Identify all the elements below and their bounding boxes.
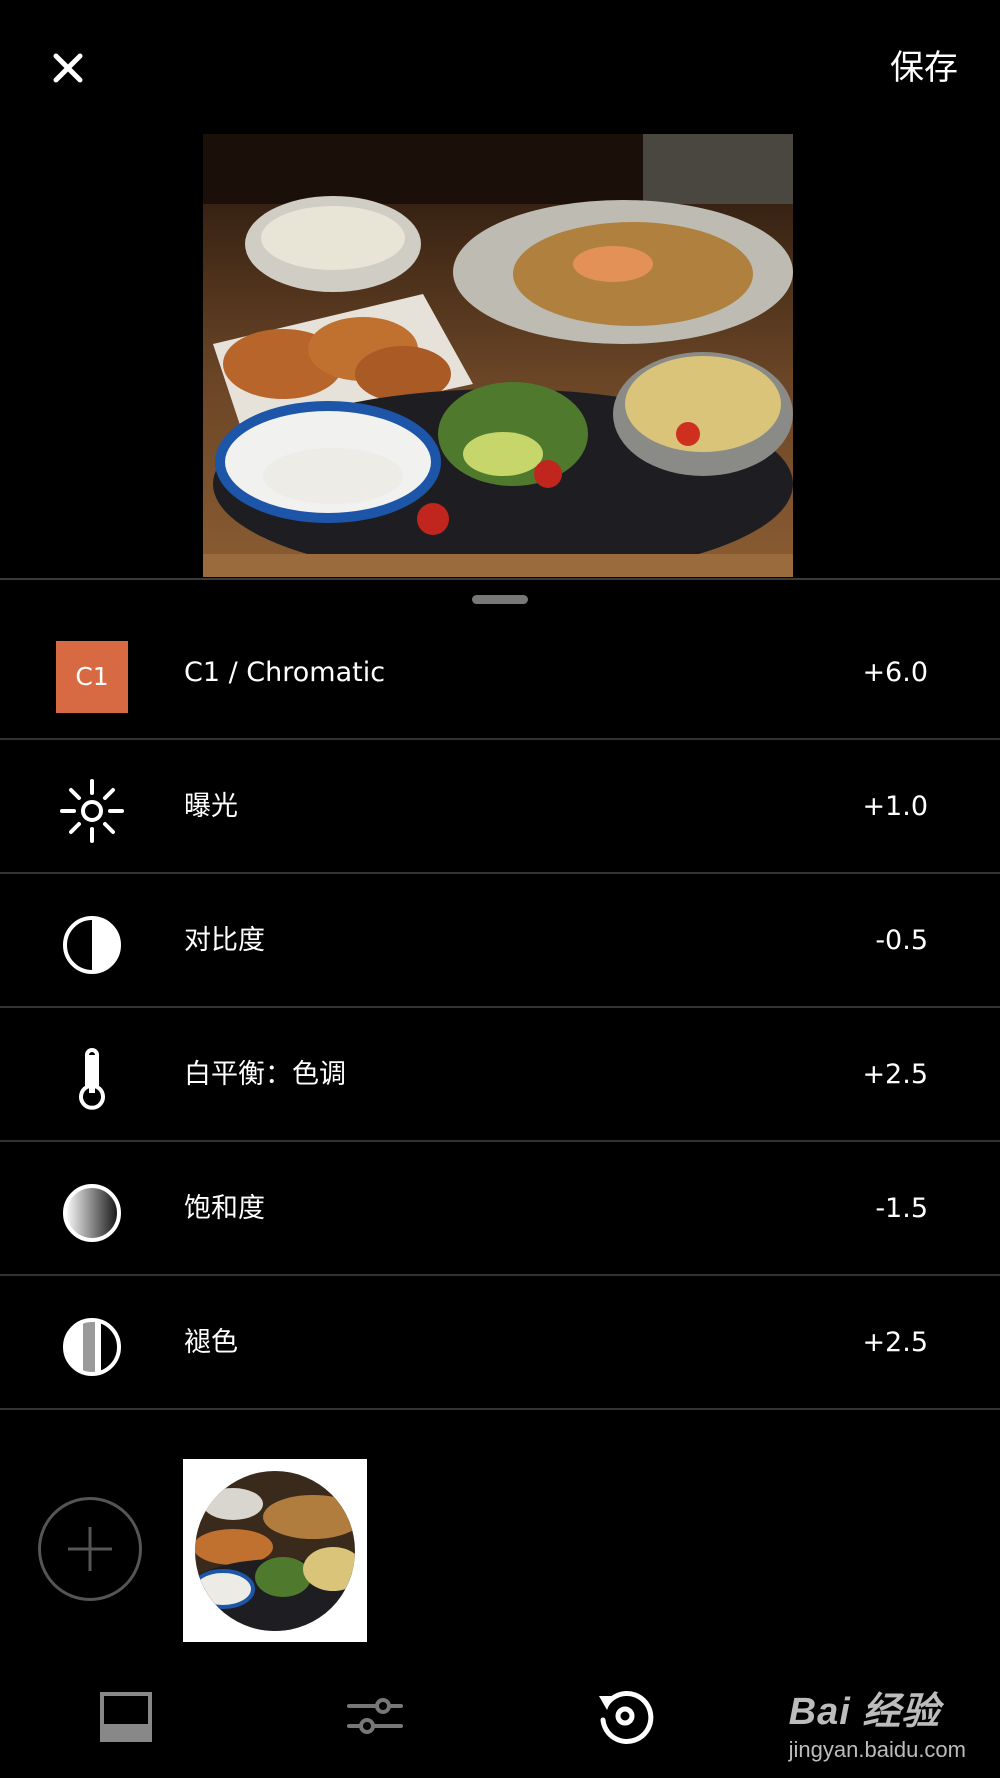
adjustment-value: +1.0: [862, 791, 928, 822]
top-bar: 保存: [0, 0, 1000, 130]
tab-tools[interactable]: [345, 1686, 405, 1746]
thermometer-icon: [79, 1048, 105, 1110]
adjustment-label: 对比度: [184, 925, 265, 956]
c1-preset-badge: C1: [56, 641, 128, 713]
adjustment-value: -0.5: [875, 925, 928, 956]
sun-icon: [60, 779, 124, 843]
adjustment-row-white-balance-tint[interactable]: 白平衡：色调 +2.5: [0, 1008, 1000, 1142]
preset-thumbnail[interactable]: [183, 1459, 367, 1642]
adjustment-label: C1 / Chromatic: [184, 657, 386, 688]
history-icon: [599, 1690, 654, 1744]
adjustment-label: 白平衡：色调: [184, 1059, 346, 1090]
food-photo: [203, 134, 793, 577]
tab-filters[interactable]: [96, 1686, 156, 1746]
panel-divider: [0, 578, 1000, 580]
photo-preview[interactable]: [203, 134, 793, 577]
adjustment-value: -1.5: [875, 1193, 928, 1224]
fade-icon: [63, 1318, 121, 1376]
adjustment-label: 饱和度: [184, 1193, 265, 1224]
drag-handle[interactable]: [472, 595, 528, 604]
saturation-icon: [63, 1184, 121, 1242]
adjustment-value: +2.5: [862, 1327, 928, 1358]
watermark-brand: Bai 经验: [788, 1691, 941, 1733]
adjustment-value: +6.0: [862, 657, 928, 688]
adjustment-label: 曝光: [184, 791, 238, 822]
plus-icon: [68, 1527, 112, 1571]
add-adjustment-button[interactable]: [38, 1497, 142, 1601]
save-button[interactable]: 保存: [890, 44, 958, 92]
adjustment-row-saturation[interactable]: 饱和度 -1.5: [0, 1142, 1000, 1276]
adjustment-row-contrast[interactable]: 对比度 -0.5: [0, 874, 1000, 1008]
watermark-url: jingyan.baidu.com: [788, 1737, 966, 1762]
adjustment-value: +2.5: [862, 1059, 928, 1090]
contrast-icon: [63, 916, 121, 974]
adjustment-row-exposure[interactable]: 曝光 +1.0: [0, 740, 1000, 874]
filter-frame-icon: [100, 1692, 152, 1742]
tab-history[interactable]: [595, 1686, 655, 1746]
adjustment-label: 褪色: [184, 1327, 238, 1358]
close-icon: [53, 53, 83, 83]
adjustment-row-fade[interactable]: 褪色 +2.5: [0, 1276, 1000, 1410]
baidu-watermark: Bai 经验 jingyan.baidu.com: [789, 1680, 966, 1763]
close-button[interactable]: [44, 44, 92, 92]
thumbnail-image: [195, 1471, 355, 1631]
sliders-icon: [347, 1698, 403, 1734]
adjustment-row-c1-chromatic[interactable]: C1 C1 / Chromatic +6.0: [0, 606, 1000, 740]
